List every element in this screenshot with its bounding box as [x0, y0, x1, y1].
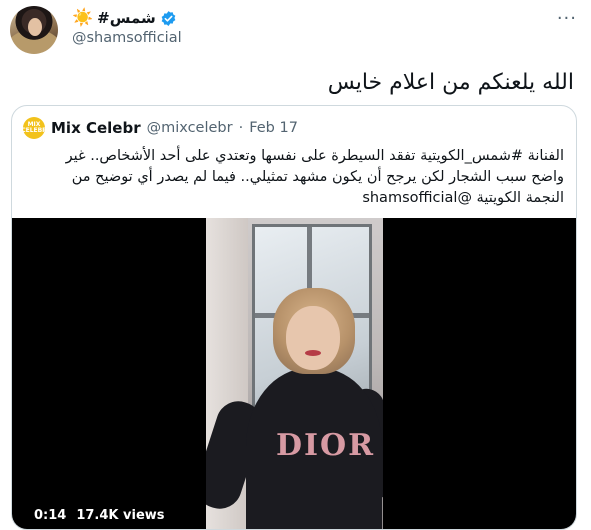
author-avatar[interactable] [10, 6, 58, 54]
quoted-tweet-card[interactable]: MIX CELEBR Mix Celebr @mixcelebr · Feb 1… [11, 105, 577, 530]
quoted-author-handle[interactable]: @mixcelebr [147, 120, 233, 136]
quoted-tweet-text: الفنانة #شمس_الكويتية تفقد السيطرة على ن… [19, 146, 564, 209]
video-frame: DIOR [206, 218, 383, 529]
tweet-header: ☀️ #شمس @shamsofficial ··· [10, 6, 581, 54]
author-handle[interactable]: @shamsofficial [72, 30, 182, 46]
video-person-lips [305, 350, 321, 356]
avatar-face [28, 18, 42, 36]
author-name-row[interactable]: ☀️ #شمس [72, 7, 177, 29]
more-options-icon[interactable]: ··· [557, 8, 577, 29]
quoted-author-avatar[interactable]: MIX CELEBR [21, 117, 47, 139]
quoted-tweet-header: MIX CELEBR Mix Celebr @mixcelebr · Feb 1… [21, 117, 298, 139]
tweet-text: الله يلعنكم من اعلام خايس [327, 70, 574, 95]
separator-dot: · [238, 120, 244, 136]
sun-emoji-icon: ☀️ [72, 7, 94, 28]
video-meta: 0:14 17.4K views [34, 508, 165, 523]
quoted-text-line: النجمة الكويتية @shamsofficial [362, 190, 564, 206]
author-display-name[interactable]: #شمس [97, 9, 156, 27]
video-person-face [286, 306, 340, 370]
video-player[interactable]: DIOR 0:14 17.4K views [12, 218, 576, 529]
quoted-tweet-date[interactable]: Feb 17 [249, 120, 298, 136]
video-time: 0:14 [34, 508, 67, 523]
shirt-logo: DIOR [276, 428, 376, 463]
video-views: 17.4K views [76, 508, 165, 523]
verified-badge-icon [161, 10, 176, 26]
quoted-text-line: واضح سبب الشجار لكن يرجح أن يكون مشهد تم… [71, 169, 564, 185]
quoted-author-name[interactable]: Mix Celebr [51, 119, 141, 137]
quoted-text-line: الفنانة #شمس_الكويتية تفقد السيطرة على ن… [65, 148, 564, 164]
